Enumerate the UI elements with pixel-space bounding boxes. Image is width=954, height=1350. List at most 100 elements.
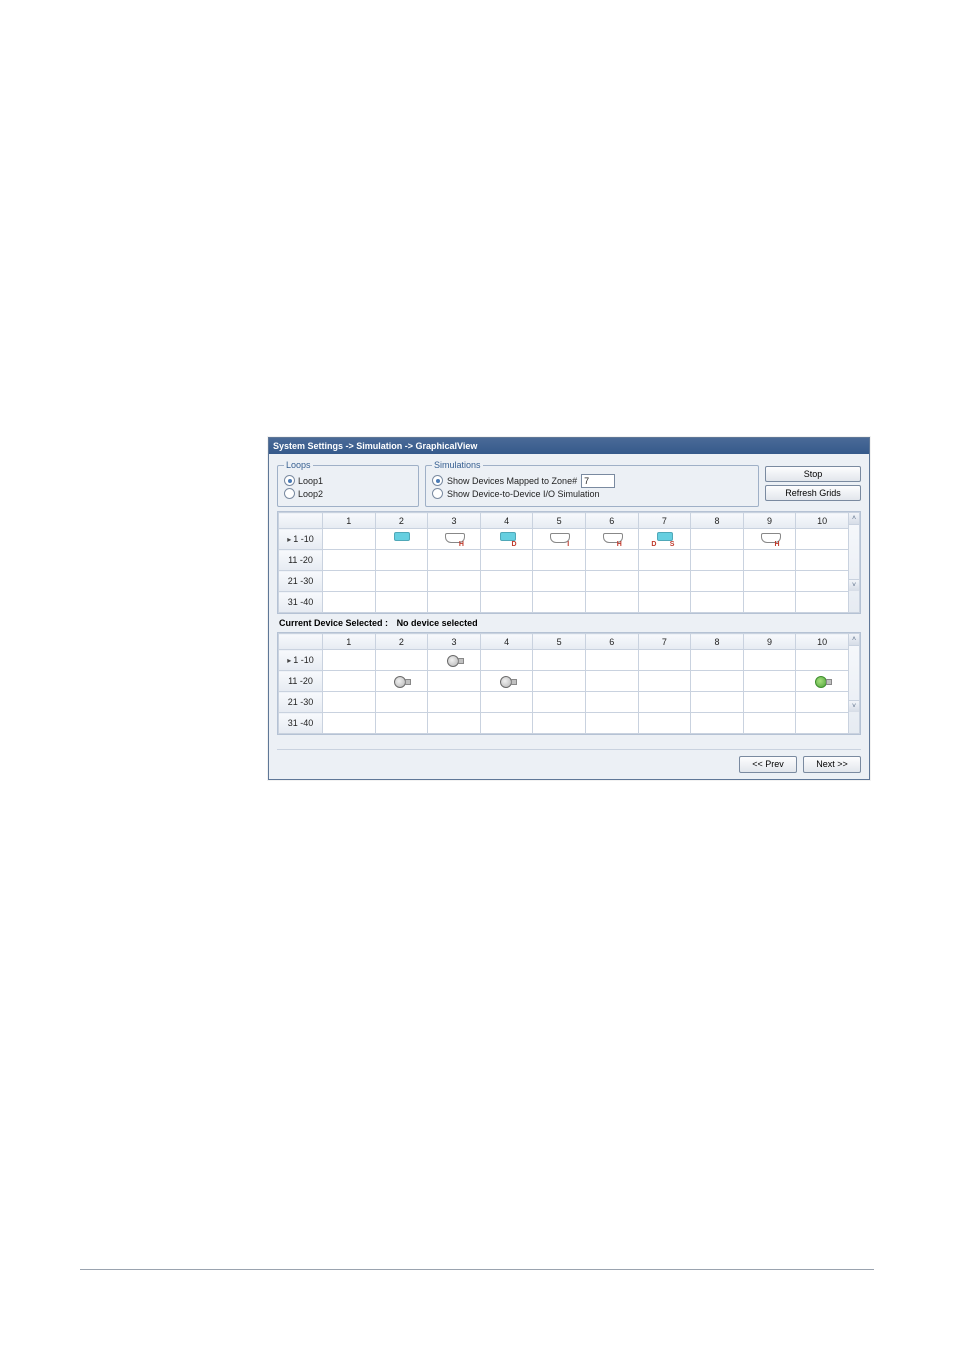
grid-cell[interactable]	[691, 592, 744, 613]
sim-io-radio[interactable]: Show Device-to-Device I/O Simulation	[432, 487, 752, 500]
grid-cell[interactable]: H	[743, 529, 796, 550]
grid-cell[interactable]	[796, 650, 849, 671]
grid-cell[interactable]	[375, 550, 428, 571]
grid-cell[interactable]	[691, 713, 744, 734]
grid-cell[interactable]	[796, 692, 849, 713]
grid-cell[interactable]	[743, 571, 796, 592]
window-titlebar: System Settings -> Simulation -> Graphic…	[269, 438, 869, 454]
grid-cell[interactable]	[691, 571, 744, 592]
grid-cell[interactable]	[585, 692, 638, 713]
grid-cell[interactable]	[375, 529, 428, 550]
grid-cell[interactable]	[428, 650, 481, 671]
grid-cell[interactable]	[323, 550, 376, 571]
grid-cell[interactable]	[743, 650, 796, 671]
grid-cell[interactable]: DS	[638, 529, 691, 550]
grid-cell[interactable]	[796, 571, 849, 592]
grid-cell[interactable]: H	[428, 529, 481, 550]
grid-cell[interactable]	[585, 550, 638, 571]
grid-cell[interactable]	[533, 692, 586, 713]
grid-cell[interactable]	[638, 571, 691, 592]
grid-cell[interactable]	[691, 671, 744, 692]
grid-cell[interactable]	[533, 671, 586, 692]
grid-cell[interactable]	[323, 692, 376, 713]
grid-cell[interactable]	[585, 671, 638, 692]
grid-cell[interactable]	[375, 692, 428, 713]
grid-cell[interactable]	[796, 529, 849, 550]
scroll-down-icon[interactable]: ˅	[849, 700, 859, 712]
grid-cell[interactable]	[375, 713, 428, 734]
grid-cell[interactable]: I	[533, 529, 586, 550]
grid-cell[interactable]	[428, 550, 481, 571]
grid-cell[interactable]	[428, 592, 481, 613]
zone-number-input[interactable]: 7	[581, 474, 615, 488]
grid-cell[interactable]	[796, 713, 849, 734]
grid-cell[interactable]	[743, 550, 796, 571]
grid-cell[interactable]	[638, 550, 691, 571]
scrollbar[interactable]: ˄ ˅	[849, 513, 860, 613]
grid-cell[interactable]	[638, 713, 691, 734]
grid-cell[interactable]	[533, 713, 586, 734]
detector-base-icon: H	[759, 532, 781, 546]
grid-cell[interactable]	[585, 713, 638, 734]
grid-cell[interactable]	[638, 692, 691, 713]
col-header: 4	[480, 513, 533, 529]
grid-cell[interactable]	[480, 550, 533, 571]
grid-cell[interactable]	[375, 571, 428, 592]
loop2-label: Loop2	[298, 489, 323, 499]
prev-button[interactable]: << Prev	[739, 756, 797, 773]
grid-cell[interactable]	[480, 592, 533, 613]
grid-cell[interactable]	[323, 713, 376, 734]
grid-cell[interactable]	[323, 529, 376, 550]
grid-cell[interactable]	[638, 650, 691, 671]
grid-cell[interactable]	[585, 650, 638, 671]
grid-cell[interactable]	[585, 592, 638, 613]
grid-cell[interactable]	[428, 671, 481, 692]
grid-cell[interactable]	[638, 671, 691, 692]
grid-cell[interactable]	[533, 571, 586, 592]
loop1-radio[interactable]: Loop1	[284, 474, 412, 487]
grid-cell[interactable]	[480, 571, 533, 592]
grid-cell[interactable]: H	[585, 529, 638, 550]
grid-cell[interactable]	[323, 592, 376, 613]
grid-cell[interactable]	[796, 671, 849, 692]
grid-cell[interactable]	[480, 692, 533, 713]
refresh-grids-button[interactable]: Refresh Grids	[765, 485, 861, 501]
grid-cell[interactable]	[428, 571, 481, 592]
grid-cell[interactable]	[323, 671, 376, 692]
grid-cell[interactable]	[796, 592, 849, 613]
scroll-down-icon[interactable]: ˅	[849, 579, 859, 591]
grid-cell[interactable]	[691, 550, 744, 571]
grid-cell[interactable]	[796, 550, 849, 571]
grid-cell[interactable]	[691, 692, 744, 713]
grid-cell[interactable]	[743, 692, 796, 713]
grid-cell[interactable]	[533, 550, 586, 571]
sim-zone-radio[interactable]: Show Devices Mapped to Zone# 7	[432, 474, 752, 487]
grid-cell[interactable]	[585, 571, 638, 592]
grid-cell[interactable]	[375, 592, 428, 613]
grid-cell[interactable]	[428, 713, 481, 734]
scrollbar[interactable]: ˄ ˅	[849, 634, 860, 734]
grid-cell[interactable]	[533, 592, 586, 613]
grid-cell[interactable]	[323, 571, 376, 592]
scroll-up-icon[interactable]: ˄	[849, 634, 859, 646]
scroll-up-icon[interactable]: ˄	[849, 513, 859, 525]
grid-cell[interactable]	[743, 671, 796, 692]
next-button[interactable]: Next >>	[803, 756, 861, 773]
grid-cell[interactable]	[638, 592, 691, 613]
grid-cell[interactable]	[743, 592, 796, 613]
stop-button[interactable]: Stop	[765, 466, 861, 482]
grid-cell[interactable]	[480, 671, 533, 692]
grid-cell[interactable]	[375, 650, 428, 671]
grid-cell[interactable]	[691, 650, 744, 671]
grid-cell[interactable]	[428, 692, 481, 713]
loop2-radio[interactable]: Loop2	[284, 487, 412, 500]
grid-cell[interactable]	[480, 650, 533, 671]
grid-cell[interactable]: D	[480, 529, 533, 550]
grid-cell[interactable]	[323, 650, 376, 671]
grid-cell[interactable]	[533, 650, 586, 671]
grid-cell[interactable]	[743, 713, 796, 734]
grid-cell[interactable]	[691, 529, 744, 550]
grid-cell[interactable]	[375, 671, 428, 692]
grid1-table: 1 2 3 4 5 6 7 8 9 10 ˄ ˅	[278, 512, 860, 613]
grid-cell[interactable]	[480, 713, 533, 734]
